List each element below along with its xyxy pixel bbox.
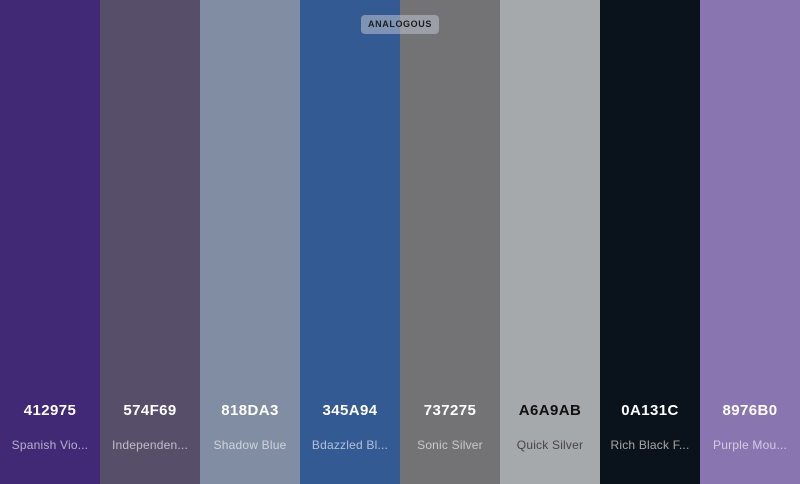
swatch-rich-black[interactable]: 0A131C Rich Black F... [600,0,700,484]
swatch-name: Sonic Silver [417,438,483,452]
swatch-hex[interactable]: 574F69 [100,402,200,419]
swatch-name: Purple Mou... [713,438,787,452]
swatch-shadow-blue[interactable]: 818DA3 Shadow Blue [200,0,300,484]
swatch-quick-silver[interactable]: A6A9AB Quick Silver [500,0,600,484]
swatch-spanish-violet[interactable]: 412975 Spanish Vio... [0,0,100,484]
swatch-name: Rich Black F... [610,438,690,452]
swatch-name: Spanish Vio... [11,438,89,452]
swatch-hex[interactable]: A6A9AB [500,402,600,419]
swatch-name: Bdazzled Bl... [311,438,389,452]
swatch-independence[interactable]: 574F69 Independen... [100,0,200,484]
swatch-purple-mountain[interactable]: 8976B0 Purple Mou... [700,0,800,484]
swatch-hex[interactable]: 0A131C [600,402,700,419]
swatch-hex[interactable]: 345A94 [300,402,400,419]
swatch-name: Quick Silver [516,438,584,452]
swatch-hex[interactable]: 737275 [400,402,500,419]
palette-mode-badge[interactable]: ANALOGOUS [361,15,439,34]
swatch-hex[interactable]: 8976B0 [700,402,800,419]
swatch-sonic-silver[interactable]: 737275 Sonic Silver [400,0,500,484]
swatch-bdazzled-blue[interactable]: 345A94 Bdazzled Bl... [300,0,400,484]
swatch-hex[interactable]: 818DA3 [200,402,300,419]
swatch-name: Shadow Blue [213,438,287,452]
swatch-hex[interactable]: 412975 [0,402,100,419]
palette: 412975 Spanish Vio... 574F69 Independen.… [0,0,800,484]
swatch-name: Independen... [111,438,188,452]
